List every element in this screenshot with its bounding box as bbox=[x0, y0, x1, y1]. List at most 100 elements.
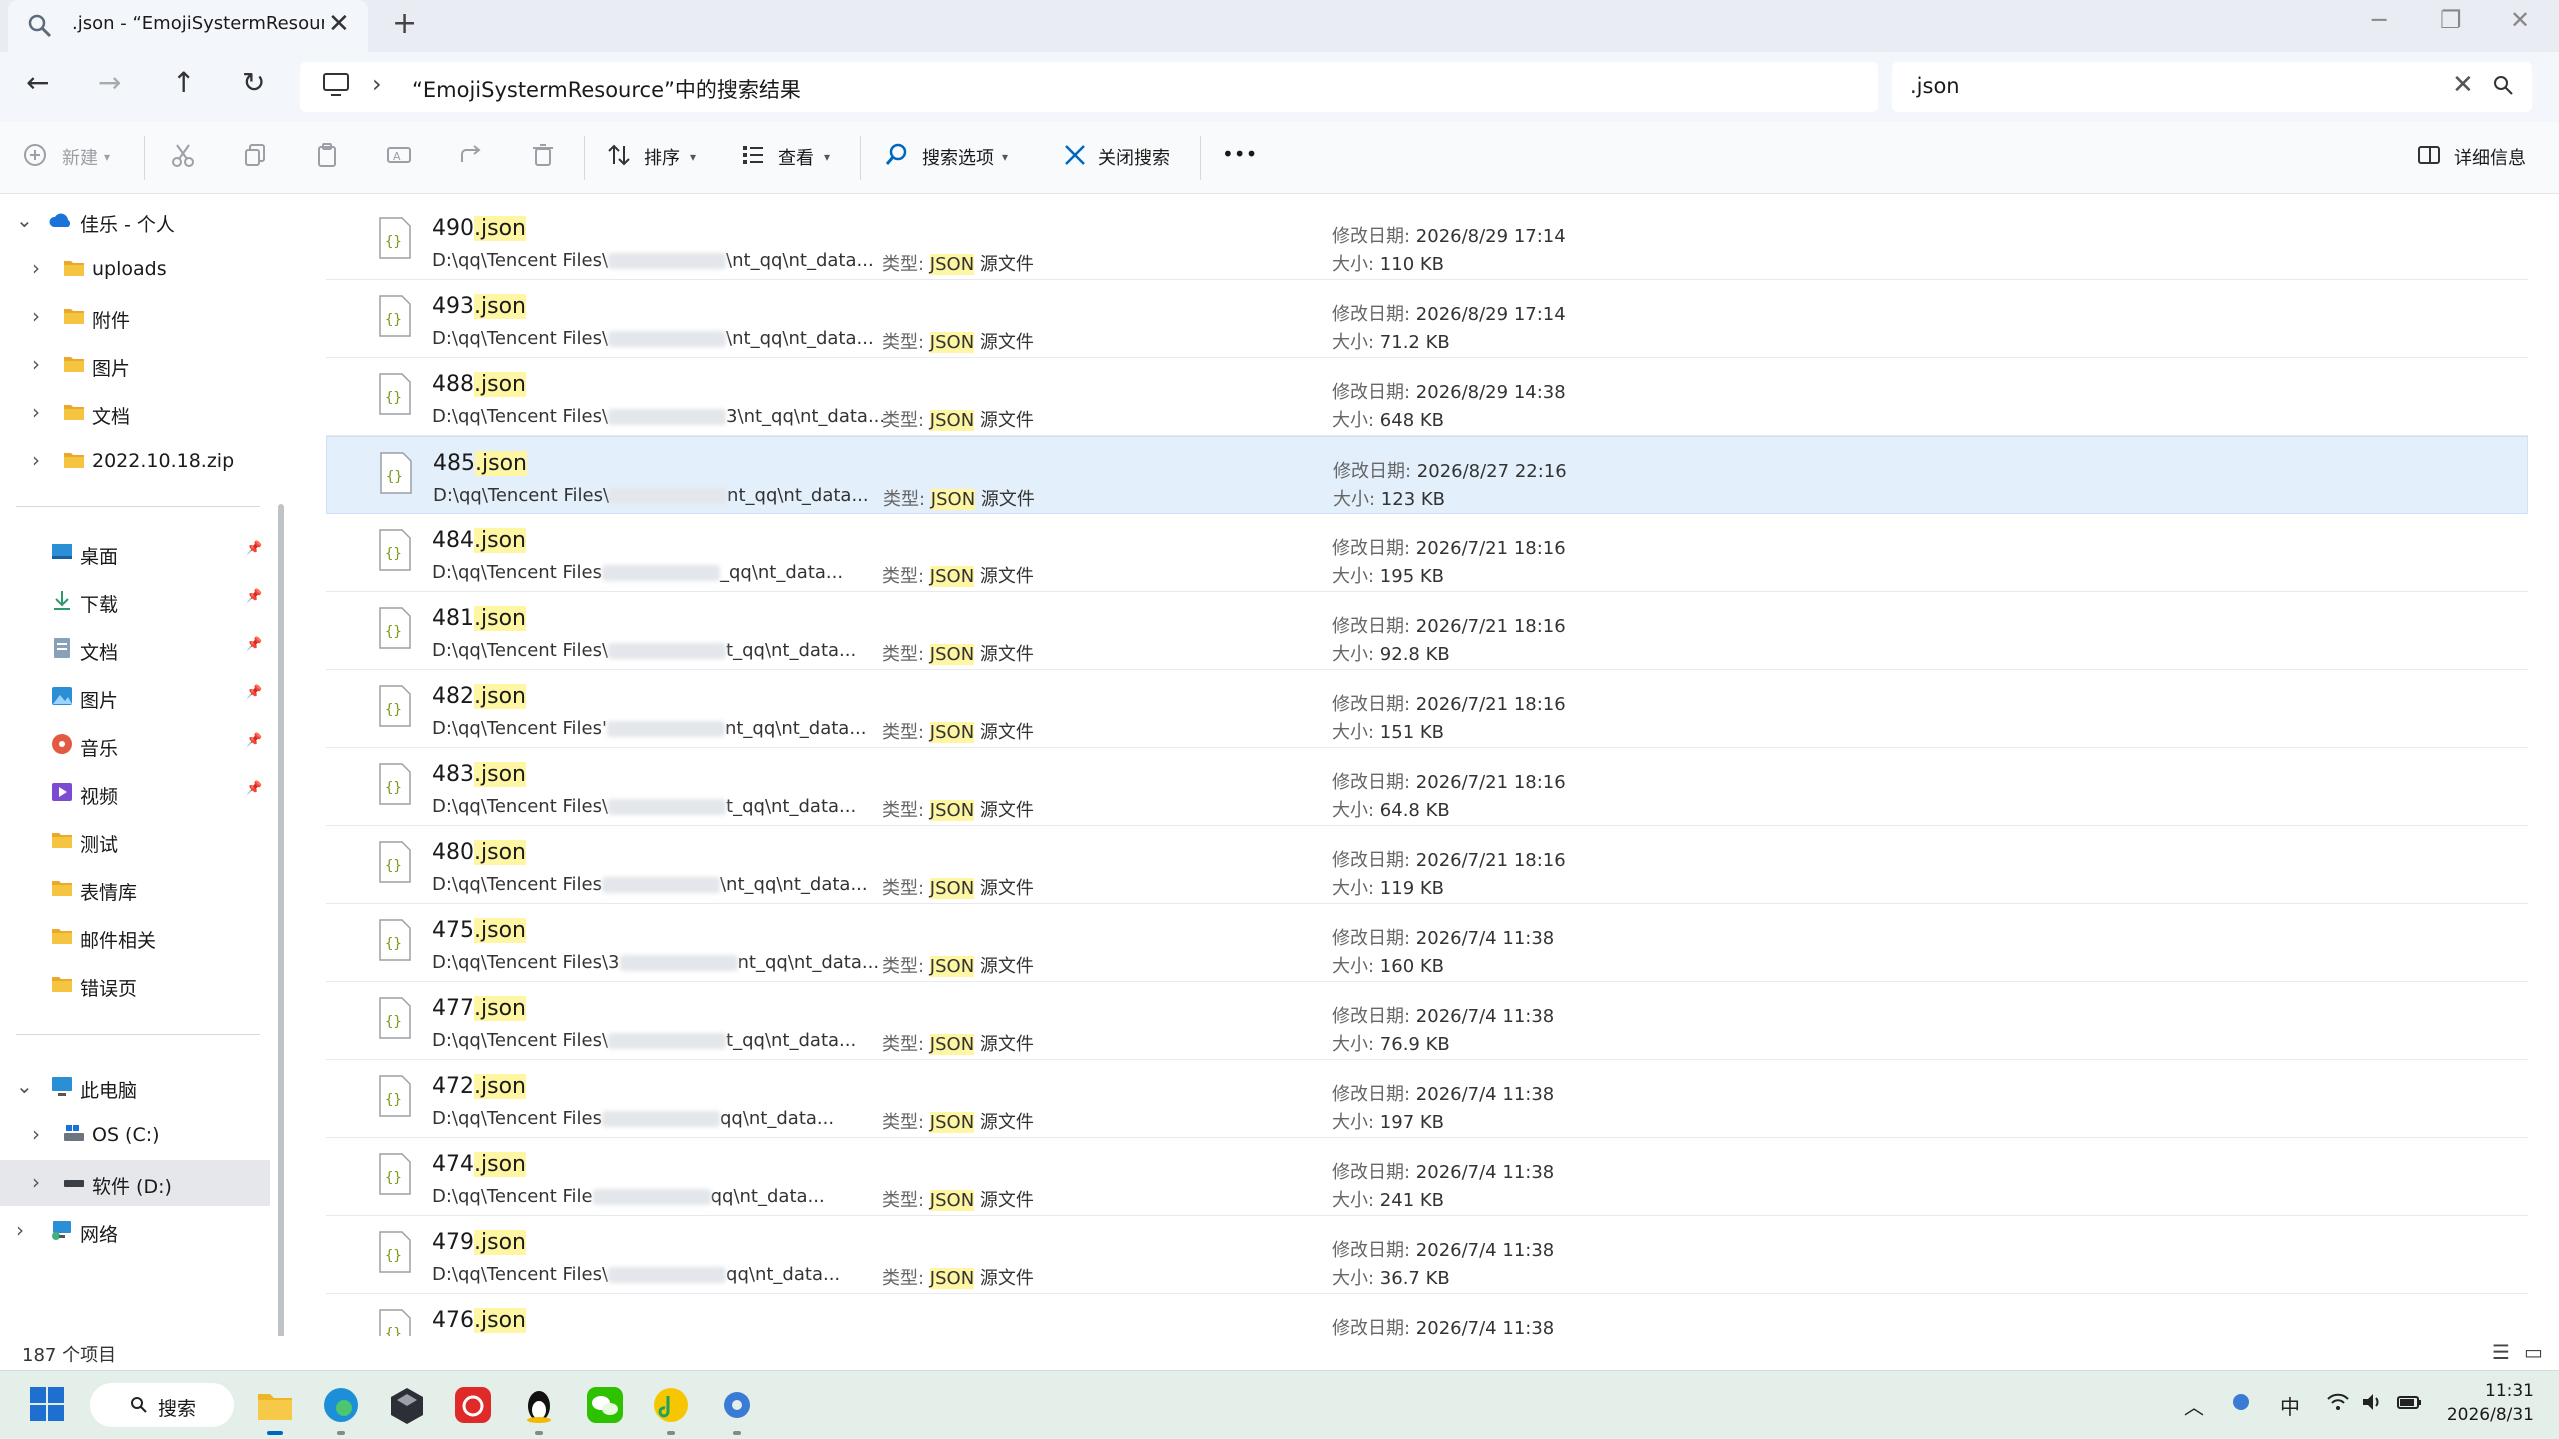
chevron-down-icon[interactable]: ⌄ bbox=[16, 208, 33, 232]
file-name[interactable]: 485.json bbox=[433, 451, 527, 476]
file-name[interactable]: 474.json bbox=[432, 1152, 526, 1177]
sidebar-item-drive-d[interactable]: › 软件 (D:) bbox=[0, 1160, 270, 1206]
file-row[interactable]: {} 490.json D:\qq\Tencent Files\ \nt_qq\nt_… bbox=[326, 202, 2528, 280]
sidebar-item-quick-access[interactable]: 表情库 bbox=[0, 866, 270, 912]
details-button[interactable]: 详细信息 bbox=[2454, 144, 2526, 170]
sidebar-item-network[interactable]: › 网络 bbox=[0, 1208, 270, 1254]
pin-icon[interactable]: 📌 bbox=[246, 781, 262, 796]
file-name[interactable]: 476.json bbox=[432, 1308, 526, 1333]
sidebar-scrollbar[interactable] bbox=[278, 504, 284, 1439]
file-name[interactable]: 484.json bbox=[432, 528, 526, 553]
file-row[interactable]: {} 472.json D:\qq\Tencent Files qq\nt_data.… bbox=[326, 1060, 2528, 1138]
clear-search-button[interactable]: ✕ bbox=[2452, 70, 2474, 100]
battery-icon[interactable] bbox=[2396, 1391, 2424, 1413]
chevron-right-icon[interactable]: › bbox=[32, 304, 40, 328]
search-options-button[interactable]: 搜索选项 bbox=[922, 144, 994, 170]
copy-icon[interactable] bbox=[242, 142, 268, 168]
sidebar-item-quick-access[interactable]: 邮件相关 bbox=[0, 914, 270, 960]
more-options-button[interactable]: ••• bbox=[1222, 142, 1257, 166]
chevron-right-icon[interactable]: › bbox=[32, 1170, 40, 1194]
file-row[interactable]: {} 477.json D:\qq\Tencent Files\ t_qq\nt_da… bbox=[326, 982, 2528, 1060]
file-row[interactable]: {} 476.json 修改日期: 2026/7/4 11:38 bbox=[326, 1294, 2528, 1336]
sidebar-item-this-pc[interactable]: ⌄ 此电脑 bbox=[0, 1064, 270, 1110]
file-explorer-app-icon[interactable] bbox=[254, 1384, 296, 1426]
settings-app-icon[interactable] bbox=[716, 1384, 758, 1426]
taskbar-search[interactable]: 搜索 bbox=[90, 1383, 234, 1427]
chevron-right-icon[interactable]: › bbox=[32, 1122, 40, 1146]
back-button[interactable]: ← bbox=[26, 66, 49, 99]
file-name[interactable]: 477.json bbox=[432, 996, 526, 1021]
sidebar-item-onedrive[interactable]: ⌄ 佳乐 - 个人 bbox=[0, 198, 270, 244]
sidebar-item-onedrive-child[interactable]: › 2022.10.18.zip bbox=[0, 438, 270, 484]
search-icon[interactable] bbox=[2492, 74, 2514, 96]
sidebar-item-quick-access[interactable]: 文档 📌 bbox=[0, 626, 270, 672]
breadcrumb-chevron-icon[interactable]: › bbox=[372, 70, 382, 98]
file-name[interactable]: 493.json bbox=[432, 294, 526, 319]
sidebar-item-quick-access[interactable]: 错误页 bbox=[0, 962, 270, 1008]
close-window-button[interactable]: ✕ bbox=[2510, 6, 2530, 34]
file-row[interactable]: {} 479.json D:\qq\Tencent Files\ qq\nt_data… bbox=[326, 1216, 2528, 1294]
tray-overflow-icon[interactable]: ︿ bbox=[2184, 1391, 2204, 1420]
file-name[interactable]: 480.json bbox=[432, 840, 526, 865]
volume-icon[interactable] bbox=[2360, 1391, 2384, 1413]
chevron-down-icon[interactable]: ⌄ bbox=[16, 1074, 33, 1098]
file-name[interactable]: 483.json bbox=[432, 762, 526, 787]
sort-button[interactable]: 排序 bbox=[644, 144, 680, 170]
file-row[interactable]: {} 483.json D:\qq\Tencent Files\ t_qq\nt_da… bbox=[326, 748, 2528, 826]
sidebar-item-quick-access[interactable]: 桌面 📌 bbox=[0, 530, 270, 576]
chevron-right-icon[interactable]: › bbox=[32, 256, 40, 280]
chevron-right-icon[interactable]: › bbox=[32, 352, 40, 376]
breadcrumb[interactable]: “EmojiSystermResource”中的搜索结果 bbox=[412, 74, 801, 104]
chevron-right-icon[interactable]: › bbox=[16, 1218, 24, 1242]
address-bar[interactable]: › “EmojiSystermResource”中的搜索结果 bbox=[300, 62, 1878, 112]
edge-browser-icon[interactable] bbox=[320, 1384, 362, 1426]
details-view-button[interactable]: ☰ bbox=[2492, 1340, 2510, 1364]
tab-search-results[interactable]: .json - “EmojiSystermResource ✕ bbox=[8, 0, 368, 52]
cut-icon[interactable] bbox=[170, 142, 196, 168]
pin-icon[interactable]: 📌 bbox=[246, 589, 262, 604]
music-app-icon[interactable] bbox=[650, 1384, 692, 1426]
close-search-button[interactable]: 关闭搜索 bbox=[1098, 144, 1170, 170]
share-icon[interactable] bbox=[458, 142, 484, 168]
tab-close-button[interactable]: ✕ bbox=[328, 9, 350, 39]
file-row[interactable]: {} 474.json D:\qq\Tencent File qq\nt_data..… bbox=[326, 1138, 2528, 1216]
tray-app-icon[interactable] bbox=[2230, 1391, 2252, 1413]
pin-icon[interactable]: 📌 bbox=[246, 637, 262, 652]
pin-icon[interactable]: 📌 bbox=[246, 541, 262, 556]
file-name[interactable]: 472.json bbox=[432, 1074, 526, 1099]
up-button[interactable]: ↑ bbox=[172, 66, 195, 99]
file-name[interactable]: 482.json bbox=[432, 684, 526, 709]
restore-button[interactable]: ❐ bbox=[2440, 6, 2462, 34]
search-input[interactable]: .json bbox=[1910, 74, 1960, 98]
sidebar-item-quick-access[interactable]: 图片 📌 bbox=[0, 674, 270, 720]
pin-icon[interactable]: 📌 bbox=[246, 685, 262, 700]
sidebar-item-quick-access[interactable]: 下载 📌 bbox=[0, 578, 270, 624]
file-name[interactable]: 475.json bbox=[432, 918, 526, 943]
view-button[interactable]: 查看 bbox=[778, 144, 814, 170]
refresh-button[interactable]: ↻ bbox=[242, 66, 265, 99]
sidebar-item-onedrive-child[interactable]: › uploads bbox=[0, 246, 270, 292]
sidebar-item-onedrive-child[interactable]: › 附件 bbox=[0, 294, 270, 340]
pin-icon[interactable]: 📌 bbox=[246, 733, 262, 748]
chevron-right-icon[interactable]: › bbox=[32, 400, 40, 424]
sidebar-item-drive-c[interactable]: › OS (C:) bbox=[0, 1112, 270, 1158]
sidebar-item-quick-access[interactable]: 视频 📌 bbox=[0, 770, 270, 816]
minimize-button[interactable]: ─ bbox=[2372, 6, 2386, 34]
wechat-icon[interactable] bbox=[584, 1384, 626, 1426]
sidebar-item-onedrive-child[interactable]: › 文档 bbox=[0, 390, 270, 436]
paste-icon[interactable] bbox=[314, 142, 340, 168]
sidebar-item-onedrive-child[interactable]: › 图片 bbox=[0, 342, 270, 388]
wifi-icon[interactable] bbox=[2326, 1391, 2350, 1413]
file-row[interactable]: {} 484.json D:\qq\Tencent Files _qq\nt_data… bbox=[326, 514, 2528, 592]
file-name[interactable]: 479.json bbox=[432, 1230, 526, 1255]
file-row[interactable]: {} 480.json D:\qq\Tencent Files \nt_qq\nt_d… bbox=[326, 826, 2528, 904]
ime-indicator[interactable]: 中 bbox=[2280, 1391, 2300, 1420]
file-row[interactable]: {} 485.json D:\qq\Tencent Files\ nt_qq\nt_d… bbox=[326, 436, 2528, 514]
new-button[interactable]: 新建 bbox=[62, 144, 98, 170]
search-box[interactable]: .json ✕ bbox=[1892, 62, 2532, 112]
qq-penguin-icon[interactable] bbox=[518, 1384, 560, 1426]
windows-start-icon[interactable] bbox=[28, 1385, 66, 1423]
taskbar-clock[interactable]: 11:31 2026/8/31 bbox=[2444, 1379, 2534, 1427]
sidebar-item-quick-access[interactable]: 测试 bbox=[0, 818, 270, 864]
file-row[interactable]: {} 482.json D:\qq\Tencent Files' nt_qq\nt_d… bbox=[326, 670, 2528, 748]
